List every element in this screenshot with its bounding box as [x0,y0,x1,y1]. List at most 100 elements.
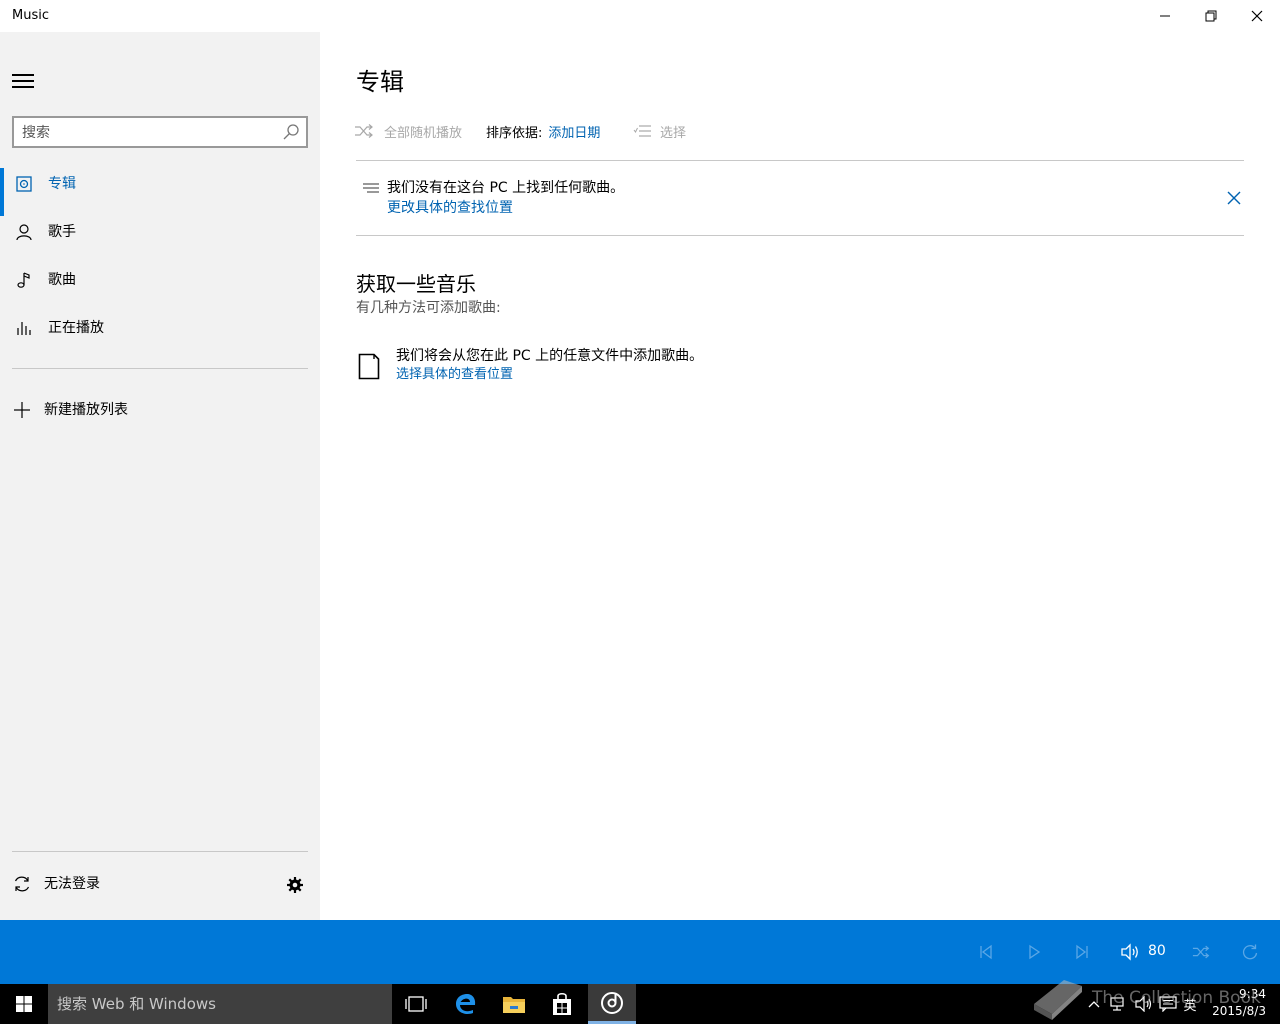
speaker-icon [1121,943,1138,961]
gear-icon [287,877,303,893]
sync-icon [14,876,30,892]
close-icon [1251,10,1263,22]
network-icon [1110,997,1124,1011]
music-app-button[interactable] [588,984,636,1024]
sort-label: 排序依据: [486,125,543,141]
edge-browser-button[interactable] [442,984,490,1024]
sort-dropdown[interactable]: 排序依据: 添加日期 [486,120,600,142]
groove-music-icon [601,991,623,1014]
notification-icon [363,183,379,193]
close-button[interactable] [1234,0,1280,32]
restore-button[interactable] [1188,0,1234,32]
clock-date[interactable]: 2015/8/3 [1200,1003,1266,1019]
notice-text: 我们没有在这台 PC 上找到任何歌曲。 [387,180,625,196]
skip-forward-icon [1076,944,1088,960]
notice-divider [356,160,1244,161]
plus-icon [14,402,30,418]
store-button[interactable] [538,984,586,1024]
repeat-icon [1242,944,1258,960]
windows-logo-icon [16,996,32,1012]
person-icon [14,222,34,242]
repeat-button[interactable] [1238,940,1262,964]
play-icon [1029,944,1041,960]
minimize-icon [1160,15,1170,17]
title-bar: Music [0,0,1280,32]
sidebar-item-label: 正在播放 [48,320,104,336]
page-title: 专辑 [356,68,404,96]
volume-value: 80 [1148,943,1166,959]
sidebar-item-label: 歌手 [48,224,76,240]
sidebar-item-songs[interactable]: 歌曲 [0,256,320,304]
minimize-button[interactable] [1142,0,1188,32]
album-icon [14,174,34,194]
select-label: 选择 [660,125,687,141]
shuffle-icon [355,124,373,138]
hamburger-menu-button[interactable] [12,72,36,90]
sidebar-item-now-playing[interactable]: 正在播放 [0,304,320,352]
edge-icon [456,994,476,1014]
music-note-icon [14,270,34,290]
shuffle-all-button[interactable]: 全部随机播放 [354,120,462,142]
volume-button[interactable] [1118,940,1142,964]
sidebar-item-label: 歌曲 [48,272,76,288]
app-title: Music [12,8,49,23]
show-hidden-icons-button[interactable] [1084,984,1104,1024]
sidebar-item-label: 专辑 [48,176,76,192]
document-icon [358,353,380,380]
previous-button[interactable] [974,940,998,964]
signin-label: 无法登录 [44,876,100,892]
notice-divider [356,235,1244,236]
add-songs-text: 我们将会从您在此 PC 上的任意文件中添加歌曲。 [396,348,704,364]
search-icon[interactable] [282,123,300,141]
shuffle-button[interactable] [1190,940,1214,964]
shuffle-icon [1192,945,1210,959]
search-input[interactable] [22,123,272,143]
chevron-up-icon [1088,1001,1100,1008]
network-button[interactable] [1106,984,1130,1024]
store-bag-icon [553,992,571,1015]
hamburger-icon-line [12,86,34,88]
equalizer-icon [14,318,34,338]
new-playlist-label: 新建播放列表 [44,402,128,418]
task-view-icon [405,996,427,1012]
task-view-button[interactable] [392,984,440,1024]
action-center-button[interactable] [1156,984,1180,1024]
select-button[interactable]: 选择 [632,120,686,142]
message-icon [1159,996,1177,1012]
shuffle-all-label: 全部随机播放 [384,125,463,141]
speaker-icon [1135,996,1152,1012]
signin-button[interactable]: 无法登录 [12,872,252,896]
start-button[interactable] [0,984,48,1024]
next-button[interactable] [1070,940,1094,964]
sidebar-item-albums[interactable]: 专辑 [0,160,320,216]
sidebar-divider [12,368,308,369]
taskbar: 搜索 Web 和 Windows 英 9:34 2015/8/3 [0,984,1280,1024]
hamburger-icon-line [12,80,34,82]
select-list-icon [633,125,651,137]
main-content: 专辑 全部随机播放 排序依据: 添加日期 选择 我们没有在这台 PC 上找到任何… [320,32,1280,920]
hamburger-icon [12,74,34,76]
sort-value[interactable]: 添加日期 [548,122,600,141]
file-explorer-button[interactable] [490,984,538,1024]
sidebar-item-artists[interactable]: 歌手 [0,208,320,256]
sidebar: 专辑 歌手 歌曲 正在播放 新建播放列表 无法登录 [0,32,320,920]
settings-button[interactable] [284,874,306,896]
taskbar-search-text: 搜索 Web 和 Windows [57,995,216,1013]
section-subtitle: 有几种方法可添加歌曲: [356,300,501,316]
new-playlist-button[interactable]: 新建播放列表 [0,390,320,430]
restore-icon [1205,10,1217,22]
folder-icon [503,997,525,1013]
taskbar-search-box[interactable]: 搜索 Web 和 Windows [48,984,392,1024]
dismiss-notice-close-icon[interactable] [1226,190,1242,206]
search-box[interactable] [12,116,308,148]
play-button[interactable] [1022,940,1046,964]
system-volume-button[interactable] [1132,984,1156,1024]
choose-location-link[interactable]: 选择具体的查看位置 [396,365,513,385]
sidebar-divider [12,851,308,852]
input-method-indicator[interactable]: 英 [1180,984,1200,1024]
skip-back-icon [980,944,992,960]
change-location-link[interactable]: 更改具体的查找位置 [387,198,513,218]
section-title: 获取一些音乐 [356,272,476,296]
player-bar: 80 [0,920,1280,984]
clock-time[interactable]: 9:34 [1206,986,1266,1002]
